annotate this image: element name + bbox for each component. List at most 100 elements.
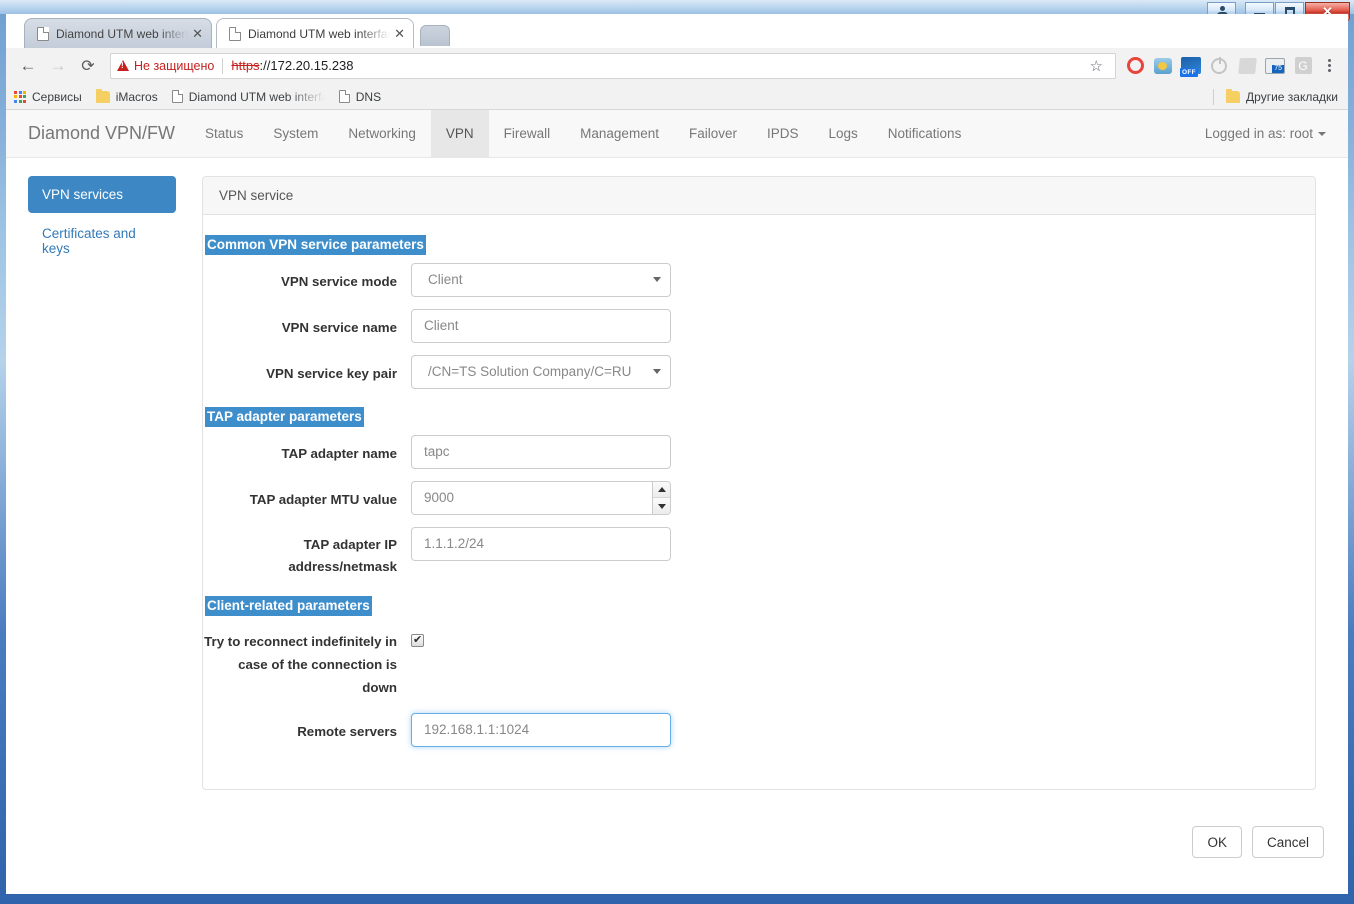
window-titlebar xyxy=(0,0,1354,14)
cancel-button[interactable]: Cancel xyxy=(1251,826,1324,858)
vpn-extension-icon[interactable]: OFF xyxy=(1178,53,1204,79)
field-row-remote-servers: Remote servers 192.168.1.1:1024 xyxy=(203,713,1315,747)
vpn-service-mode-select[interactable]: Client xyxy=(411,263,671,297)
chevron-down-icon xyxy=(653,369,661,374)
field-row-tap-adapter-ip: TAP adapter IP address/netmask 1.1.1.2/2… xyxy=(203,527,1315,578)
calendar-extension-icon[interactable]: 75 xyxy=(1262,53,1288,79)
chrome-menu-icon[interactable] xyxy=(1318,53,1340,79)
google-extension-icon[interactable]: G xyxy=(1290,53,1316,79)
extensions-row: OFF 75 G xyxy=(1122,53,1340,79)
app-navbar: Diamond VPN/FW Status System Networking … xyxy=(6,110,1348,158)
address-bar[interactable]: Не защищено https://172.20.15.238 ☆ xyxy=(110,52,1116,79)
other-bookmarks[interactable]: Другие закладки xyxy=(1213,88,1338,105)
page-favicon-icon xyxy=(37,26,49,41)
nav-item-networking[interactable]: Networking xyxy=(333,110,431,157)
bookmark-imacros[interactable]: iMacros xyxy=(95,88,158,104)
app-brand[interactable]: Diamond VPN/FW xyxy=(6,110,190,157)
field-row-try-reconnect: Try to reconnect indefinitely in case of… xyxy=(203,624,1315,699)
tab-title: Diamond UTM web interface xyxy=(248,26,391,41)
tap-adapter-ip-input[interactable]: 1.1.1.2/24 xyxy=(411,527,671,561)
vpn-off-badge: OFF xyxy=(1180,68,1198,77)
panel-title: VPN service xyxy=(203,177,1315,215)
field-label: Try to reconnect indefinitely in case of… xyxy=(204,634,397,695)
bookmark-label: Сервисы xyxy=(32,89,82,104)
bookmark-star-icon[interactable]: ☆ xyxy=(1090,57,1103,75)
warning-triangle-icon xyxy=(117,60,129,71)
folder-icon xyxy=(1226,88,1241,103)
form-actions: OK Cancel xyxy=(1192,826,1324,858)
web-page: Diamond VPN/FW Status System Networking … xyxy=(6,110,1348,894)
bookmark-label: Diamond UTM web interface xyxy=(188,89,325,104)
page-favicon-icon xyxy=(229,26,241,41)
page-doc-icon xyxy=(338,90,350,103)
nav-item-vpn[interactable]: VPN xyxy=(430,110,489,157)
nav-item-ipds[interactable]: IPDS xyxy=(752,110,814,157)
bookmark-diamond-utm[interactable]: Diamond UTM web interface xyxy=(171,89,325,104)
nav-item-firewall[interactable]: Firewall xyxy=(489,110,566,157)
bookmark-dns[interactable]: DNS xyxy=(338,89,382,104)
select-value: Client xyxy=(428,272,463,287)
other-bookmarks-label: Другие закладки xyxy=(1246,89,1338,104)
panel-body: Common VPN service parameters VPN servic… xyxy=(203,215,1315,789)
bookmark-label: DNS xyxy=(355,89,382,104)
bookmark-label: iMacros xyxy=(115,89,158,104)
user-menu-label: Logged in as: root xyxy=(1204,126,1313,141)
field-row-vpn-service-name: VPN service name Client xyxy=(203,309,1315,343)
field-label: VPN service name xyxy=(281,320,397,335)
mask-extension-icon[interactable] xyxy=(1150,53,1176,79)
user-menu[interactable]: Logged in as: root xyxy=(1183,110,1348,157)
opera-vpn-icon[interactable] xyxy=(1122,53,1148,79)
page-body: VPN services Certificates and keys VPN s… xyxy=(6,158,1348,790)
nav-item-logs[interactable]: Logs xyxy=(814,110,873,157)
page-doc-icon xyxy=(171,90,183,103)
ok-button[interactable]: OK xyxy=(1192,826,1242,858)
chevron-down-icon xyxy=(653,277,661,282)
gray-extension-icon[interactable] xyxy=(1234,53,1260,79)
power-extension-icon[interactable] xyxy=(1206,53,1232,79)
section-heading: Common VPN service parameters xyxy=(205,235,426,255)
bookmarks-divider xyxy=(1213,88,1215,105)
field-label: TAP adapter name xyxy=(281,446,397,461)
nav-item-failover[interactable]: Failover xyxy=(674,110,752,157)
remote-servers-input[interactable]: 192.168.1.1:1024 xyxy=(411,713,671,747)
field-label: Remote servers xyxy=(297,724,397,739)
stepper-up-icon[interactable] xyxy=(653,482,670,498)
field-row-tap-adapter-mtu: TAP adapter MTU value 9000 xyxy=(203,481,1315,515)
tap-adapter-mtu-input[interactable]: 9000 xyxy=(411,481,671,515)
back-arrow-icon[interactable]: ← xyxy=(14,52,42,80)
vpn-service-panel: VPN service Common VPN service parameter… xyxy=(202,176,1316,790)
reload-icon[interactable]: ⟳ xyxy=(74,52,102,80)
nav-item-status[interactable]: Status xyxy=(190,110,258,157)
tap-adapter-name-input[interactable]: tapc xyxy=(411,435,671,469)
section-heading: TAP adapter parameters xyxy=(205,407,364,427)
insecure-warning[interactable]: Не защищено xyxy=(117,59,214,73)
sidebar-item-vpn-services[interactable]: VPN services xyxy=(28,176,176,213)
stepper-down-icon[interactable] xyxy=(653,498,670,514)
tab-diamond-utm-1[interactable]: Diamond UTM web interface ✕ xyxy=(24,18,212,48)
vpn-service-key-pair-select[interactable]: /CN=TS Solution Company/C=RU xyxy=(411,355,671,389)
tab-close-icon[interactable]: ✕ xyxy=(192,27,203,40)
field-label: TAP adapter IP address/netmask xyxy=(288,537,397,574)
vpn-service-name-input[interactable]: Client xyxy=(411,309,671,343)
bookmark-services[interactable]: Сервисы xyxy=(14,90,82,104)
forward-arrow-icon[interactable]: → xyxy=(44,52,72,80)
nav-item-management[interactable]: Management xyxy=(565,110,674,157)
new-tab-button[interactable] xyxy=(420,25,450,46)
tab-title: Diamond UTM web interface xyxy=(56,26,189,41)
section-common-parameters: Common VPN service parameters xyxy=(203,229,1315,263)
browser-window: Diamond UTM web interface ✕ Diamond UTM … xyxy=(6,14,1348,894)
url-scheme: https xyxy=(231,58,260,73)
url-text: https://172.20.15.238 xyxy=(231,58,353,73)
apps-grid-icon xyxy=(14,90,26,103)
field-row-vpn-service-key-pair: VPN service key pair /CN=TS Solution Com… xyxy=(203,355,1315,389)
try-reconnect-checkbox[interactable] xyxy=(411,633,424,647)
section-heading: Client-related parameters xyxy=(205,596,372,616)
field-label: TAP adapter MTU value xyxy=(249,492,397,507)
nav-item-system[interactable]: System xyxy=(258,110,333,157)
url-host: ://172.20.15.238 xyxy=(259,58,354,73)
tab-close-icon[interactable]: ✕ xyxy=(394,27,405,40)
tab-diamond-utm-2[interactable]: Diamond UTM web interface ✕ xyxy=(216,18,414,48)
nav-item-notifications[interactable]: Notifications xyxy=(873,110,977,157)
sidebar-item-certificates-and-keys[interactable]: Certificates and keys xyxy=(28,215,176,267)
tap-adapter-mtu-stepper[interactable] xyxy=(652,482,670,514)
